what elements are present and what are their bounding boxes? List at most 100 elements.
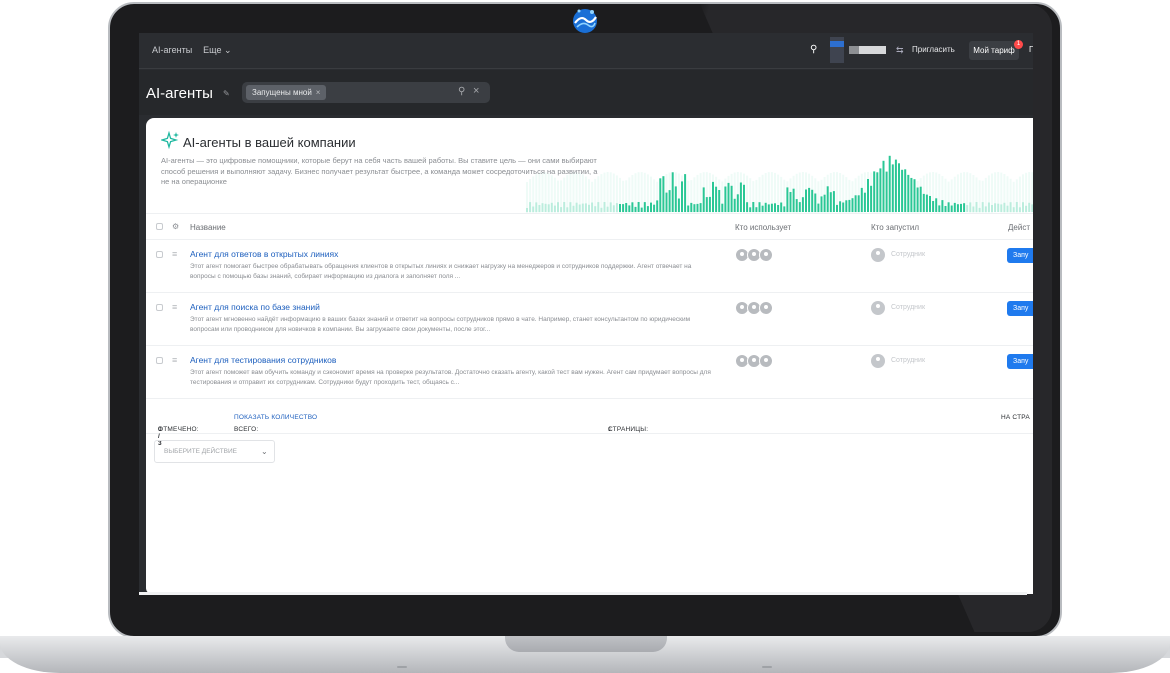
decorative-bar [674,186,677,212]
pencil-icon[interactable]: ✎ [223,89,230,98]
decorative-bar [842,202,845,212]
decorative-bar [910,178,913,212]
decorative-bar [963,203,966,212]
menu-icon[interactable]: ≡ [172,250,177,259]
row-checkbox[interactable] [156,251,163,258]
decorative-bar [529,202,532,212]
blurred-user-name[interactable] [849,46,886,54]
agent-description: Этот агент помогает быстрее обрабатывать… [190,263,692,280]
column-users[interactable]: Кто использует [735,223,791,232]
blurred-avatar[interactable] [830,37,844,63]
decorative-bar [640,207,643,212]
nav-item-more[interactable]: Еще ⌄ [203,45,231,56]
decorative-bar [557,202,559,212]
decorative-bar [798,202,801,212]
row-checkbox[interactable] [156,304,163,311]
swap-icon[interactable]: ⇆ [896,45,904,56]
decorative-bar [885,171,888,212]
decorative-bar [795,199,798,212]
menu-icon[interactable]: ≡ [172,303,177,312]
column-name[interactable]: Название [190,223,226,232]
decorative-bar [665,192,668,212]
users-avatars[interactable] [735,301,775,315]
decorative-bar [736,194,739,212]
decorative-bar [749,207,752,212]
search-icon[interactable]: ⚲ [810,44,820,55]
decorative-bar [612,205,615,212]
filter-chip[interactable]: Запущены мной × [246,85,327,100]
decorative-bar [789,192,792,212]
decorative-bar [721,203,724,212]
decorative-bar [628,205,631,212]
decorative-bar [547,204,550,212]
show-count-link[interactable]: Показать количество [234,414,317,421]
main-nav: AI-агенты Еще ⌄ [152,45,232,56]
decorative-bar [535,202,538,212]
decorative-bar [743,184,745,212]
pages-label: Страницы: [608,426,649,433]
table-row[interactable]: ≡ Агент для поиска по базе знаний Этот а… [146,293,1033,346]
decorative-bar [650,202,652,212]
decorative-bar [898,163,900,212]
menu-icon[interactable]: ≡ [172,356,177,365]
filter-search-input[interactable]: Запущены мной × ⚲ × [242,82,490,103]
decorative-bar [671,172,674,212]
action-select[interactable]: Выберите действие ⌄ [154,440,275,463]
screen-bottom-edge [139,592,1027,595]
decorative-bar [597,202,600,212]
hero-title: AI-агенты в вашей компании [183,135,356,150]
column-actions[interactable]: Дейст [1008,223,1030,232]
decorative-bar [1028,202,1031,212]
users-avatars[interactable] [735,354,775,368]
search-icon[interactable]: ⚲ [458,86,465,97]
table-header: ⚙ Название Кто использует Кто запустил Д… [146,213,1033,240]
per-page-label[interactable]: На стра [1001,414,1030,421]
decorative-bar [792,188,795,212]
my-tariff-button[interactable]: Мой тариф [969,41,1019,60]
row-checkbox[interactable] [156,357,163,364]
decorative-bar [984,206,987,212]
decorative-bar [668,190,671,212]
hero-banner: AI-агенты в вашей компании AI-агенты — э… [146,118,1033,213]
decorative-bar [888,155,891,212]
decorative-bar [919,186,922,212]
decorative-bar [801,197,804,212]
decorative-bar [956,204,959,212]
table-row[interactable]: ≡ Агент для тестирования сотрудников Это… [146,346,1033,399]
chip-remove-icon[interactable]: × [316,88,321,97]
decorative-bar [987,202,990,212]
column-launched-by[interactable]: Кто запустил [871,223,919,232]
nav-item-truncated[interactable]: Г [1029,45,1033,54]
decorative-bar [662,176,665,212]
decorative-bar [572,205,575,212]
run-button[interactable]: Запу [1007,354,1033,369]
decorative-bar [826,186,829,212]
agent-link[interactable]: Агент для поиска по базе знаний [190,302,320,312]
run-button[interactable]: Запу [1007,248,1033,263]
decorative-bar [981,202,984,212]
table-row[interactable]: ≡ Агент для ответов в открытых линиях Эт… [146,240,1033,293]
nav-item-ai-agents[interactable]: AI-агенты [152,45,192,56]
decorative-bar-bg [606,172,609,212]
invite-link[interactable]: Пригласить [912,45,955,54]
pages-value[interactable]: 1 [608,426,612,433]
gear-icon[interactable]: ⚙ [172,222,179,231]
decorative-bar [925,194,928,212]
users-avatars[interactable] [735,248,775,262]
decorative-bar [774,203,776,212]
decorative-bar [560,207,563,212]
agent-link[interactable]: Агент для тестирования сотрудников [190,355,336,365]
decorative-bar [901,169,904,212]
decorative-bar [575,202,578,212]
decorative-bar [755,207,758,212]
run-button[interactable]: Запу [1007,301,1033,316]
decorative-bar [860,187,863,212]
decorative-bar [684,174,687,212]
close-icon[interactable]: × [473,85,479,97]
decorative-bar [907,174,910,212]
decorative-bar [746,202,749,212]
decorative-bar [609,202,612,212]
decorative-bar [845,200,848,212]
agent-link[interactable]: Агент для ответов в открытых линиях [190,249,338,259]
select-all-checkbox[interactable] [156,223,163,230]
